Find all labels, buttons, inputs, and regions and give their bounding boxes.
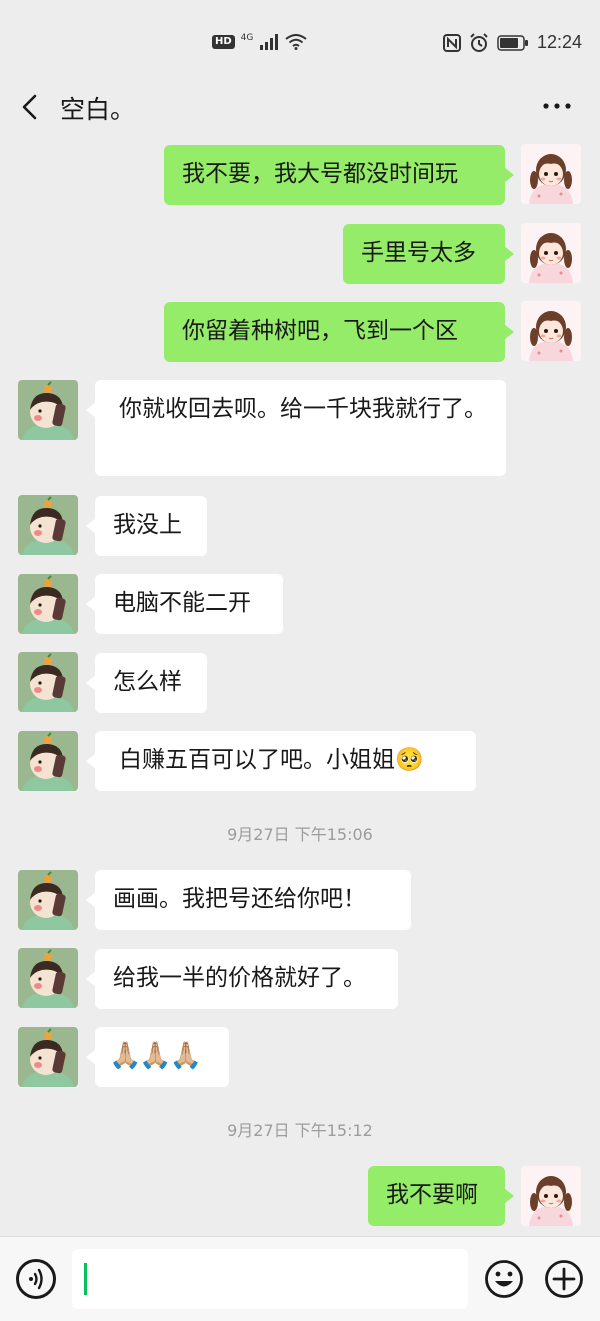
network-type: 4G <box>240 33 254 43</box>
status-bar-right: 12:24 <box>442 32 582 53</box>
timestamp: 9月27日 下午15:06 <box>227 825 373 844</box>
message-bubble[interactable]: 你就收回去呗。给一千块我就行了。 <box>86 380 506 476</box>
voice-input-button[interactable] <box>16 1259 56 1299</box>
chevron-left-icon[interactable] <box>18 92 44 122</box>
plus-icon[interactable] <box>544 1259 584 1299</box>
wifi-icon <box>285 34 307 50</box>
message-bubble[interactable]: 手里号太多 <box>343 224 514 284</box>
contact-avatar[interactable] <box>18 870 78 930</box>
hd-badge: HD <box>212 35 235 49</box>
status-bar: HD 4G 12:24 <box>0 0 600 88</box>
contact-avatar[interactable] <box>18 652 78 712</box>
message-bubble[interactable]: 我不要啊 <box>368 1166 514 1226</box>
message-bubble[interactable]: 画画。我把号还给你吧！ <box>86 870 411 930</box>
my-avatar[interactable] <box>521 144 581 204</box>
voice-icon <box>29 1268 43 1290</box>
nfc-icon <box>442 33 461 52</box>
status-time: 12:24 <box>536 32 582 52</box>
status-bar-network: HD 4G <box>212 33 307 50</box>
contact-avatar[interactable] <box>18 1027 78 1087</box>
emoji-icon[interactable] <box>484 1259 524 1299</box>
message-bubble[interactable]: 我没上 <box>86 496 207 556</box>
more-dots-icon[interactable] <box>542 94 572 118</box>
message-bubble[interactable]: 🙏🏼🙏🏼🙏🏼 <box>86 1027 229 1087</box>
contact-avatar[interactable] <box>18 731 78 791</box>
contact-avatar[interactable] <box>18 380 78 440</box>
message-input[interactable] <box>72 1249 468 1309</box>
alarm-icon <box>470 32 488 52</box>
signal-icon <box>260 34 279 50</box>
message-bubble[interactable]: 你留着种树吧，飞到一个区 <box>164 302 514 362</box>
battery-icon <box>497 34 528 51</box>
message-bubble[interactable]: 我不要，我大号都没时间玩 <box>164 145 514 205</box>
input-bar <box>0 1236 600 1321</box>
text-caret <box>84 1263 87 1295</box>
chat-header: 空白。 <box>0 80 600 136</box>
contact-avatar[interactable] <box>18 948 78 1008</box>
message-bubble[interactable]: 白赚五百可以了吧。小姐姐🥺 <box>86 731 476 791</box>
contact-avatar[interactable] <box>18 574 78 634</box>
my-avatar[interactable] <box>521 1166 581 1226</box>
timestamp: 9月27日 下午15:12 <box>227 1121 373 1140</box>
message-bubble[interactable]: 电脑不能二开 <box>86 574 283 634</box>
message-bubble[interactable]: 怎么样 <box>86 653 207 713</box>
chat-title: 空白。 <box>60 95 136 124</box>
my-avatar[interactable] <box>521 301 581 361</box>
my-avatar[interactable] <box>521 223 581 283</box>
message-bubble[interactable]: 给我一半的价格就好了。 <box>86 949 398 1009</box>
contact-avatar[interactable] <box>18 495 78 555</box>
